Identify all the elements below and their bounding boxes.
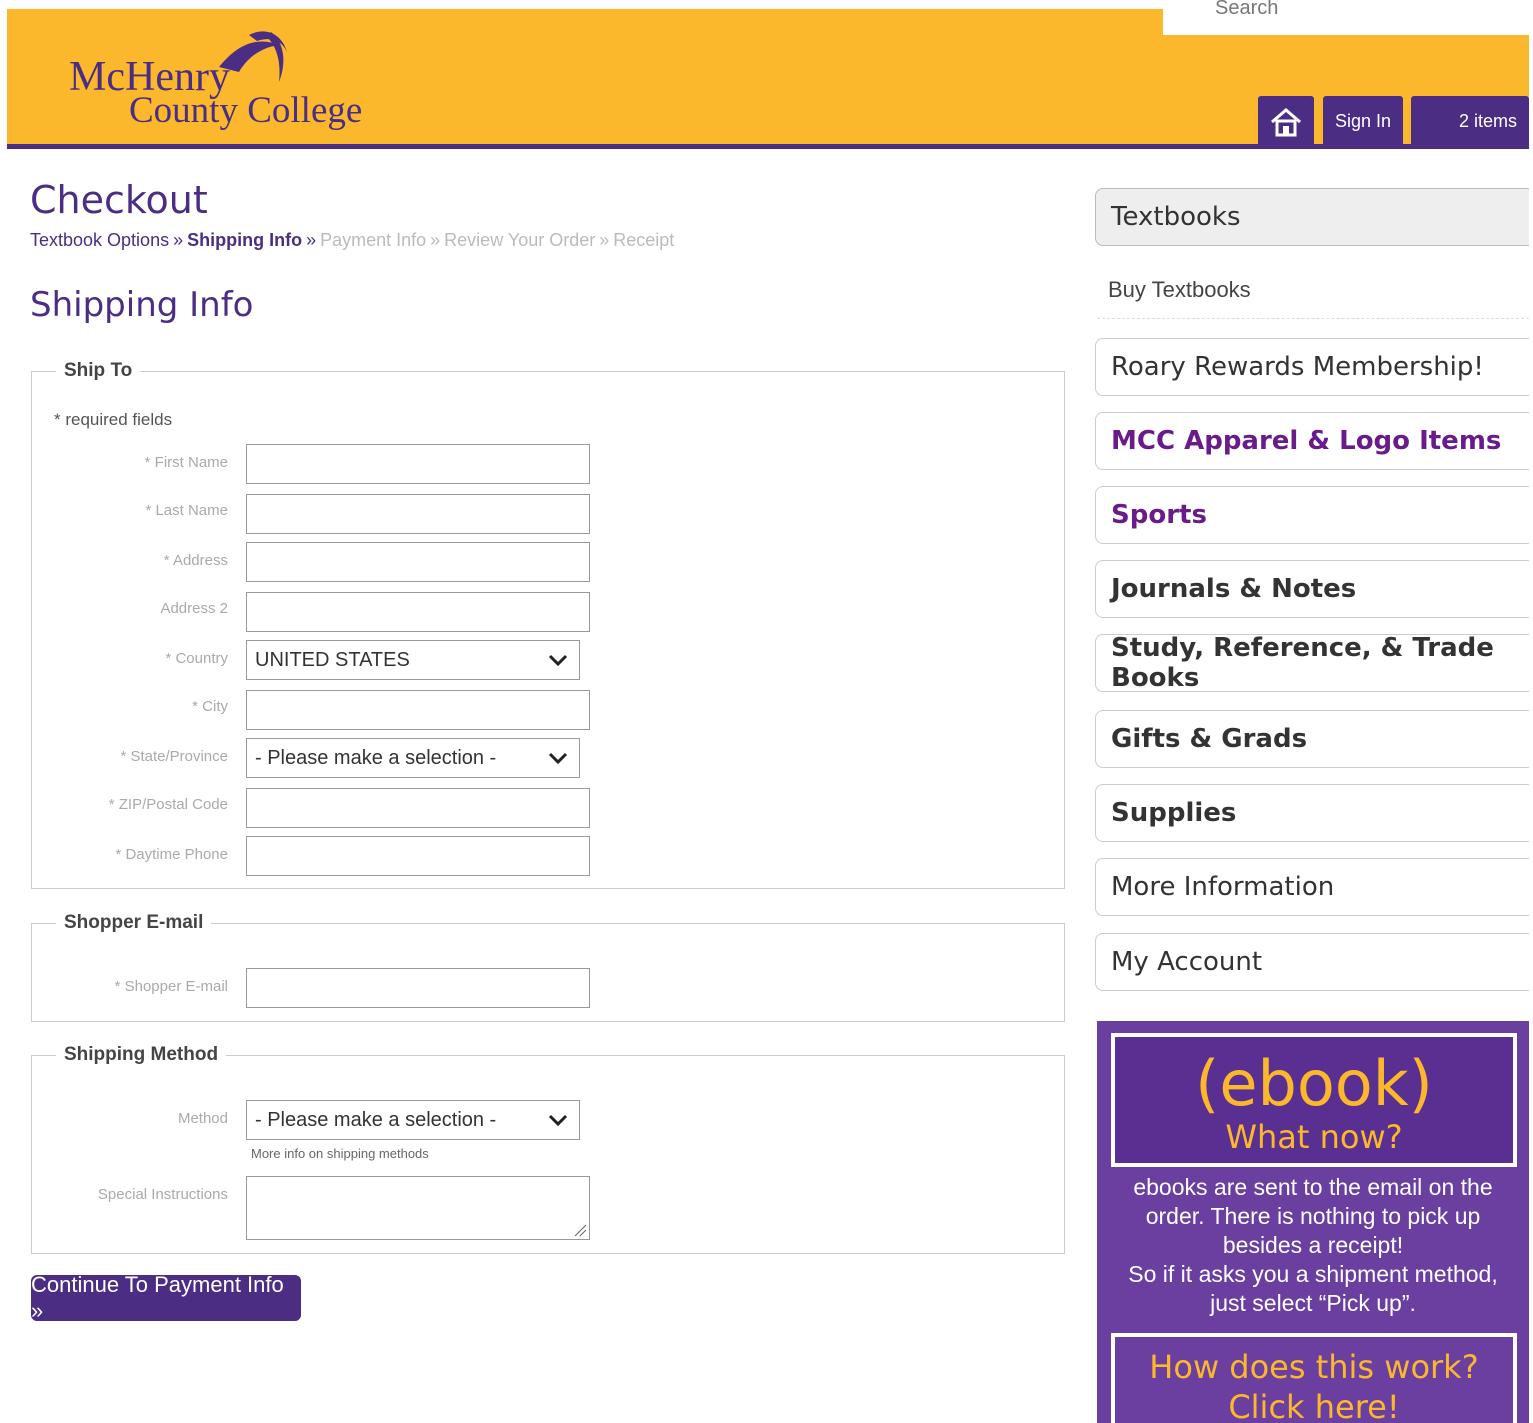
sidebar-item-apparel[interactable]: MCC Apparel & Logo Items <box>1095 412 1529 470</box>
chevron-down-icon <box>548 654 568 667</box>
breadcrumb-review-order: Review Your Order <box>444 230 596 250</box>
shopper-email-input[interactable] <box>246 968 590 1008</box>
zip-label: * ZIP/Postal Code <box>108 796 228 813</box>
promo-line: besides a receipt! <box>1222 1232 1404 1258</box>
ship-to-fieldset: Ship To * required fields * First Name *… <box>31 360 1065 889</box>
ebook-promo-text: ebooks are sent to the email on the orde… <box>1097 1173 1529 1318</box>
sidebar-divider <box>1097 318 1529 319</box>
address-input[interactable] <box>246 542 590 582</box>
promo-line: ebooks are sent to the email on the <box>1133 1174 1493 1200</box>
sidebar-item-my-account[interactable]: My Account <box>1095 933 1529 991</box>
resize-handle-icon[interactable] <box>573 1223 587 1237</box>
state-value: - Please make a selection - <box>255 746 497 769</box>
special-instructions-textarea[interactable] <box>246 1176 590 1240</box>
zip-input[interactable] <box>246 788 590 828</box>
first-name-label: * First Name <box>144 454 228 471</box>
sidebar-item-sports[interactable]: Sports <box>1095 486 1529 544</box>
sidebar-item-textbooks[interactable]: Textbooks <box>1095 188 1529 246</box>
sidebar-item-gifts[interactable]: Gifts & Grads <box>1095 710 1529 768</box>
phone-input[interactable] <box>246 836 590 876</box>
method-value: - Please make a selection - <box>255 1108 497 1131</box>
promo-line: So if it asks you a shipment method, <box>1128 1261 1498 1287</box>
how-line2: Click here! <box>1228 1388 1400 1423</box>
shipping-methods-info-link[interactable]: More info on shipping methods <box>251 1146 429 1161</box>
what-now-heading: What now? <box>1225 1118 1403 1156</box>
state-label: * State/Province <box>120 748 228 765</box>
shipping-method-fieldset: Shipping Method Method - Please make a s… <box>31 1044 1065 1254</box>
city-input[interactable] <box>246 690 590 730</box>
chevron-down-icon <box>548 1114 568 1127</box>
phone-label: * Daytime Phone <box>115 846 228 863</box>
shipping-method-legend: Shipping Method <box>64 1044 219 1065</box>
breadcrumb-shipping-info: Shipping Info <box>187 230 303 250</box>
breadcrumb-textbook-options[interactable]: Textbook Options <box>30 230 169 250</box>
method-label: Method <box>177 1110 228 1127</box>
shopper-email-fieldset: Shopper E-mail * Shopper E-mail <box>31 912 1065 1022</box>
sidebar-item-supplies[interactable]: Supplies <box>1095 784 1529 842</box>
ebook-promo-banner[interactable]: (ebook) What now? ebooks are sent to the… <box>1097 1021 1529 1423</box>
page-title: Checkout <box>30 178 208 222</box>
ebook-heading: (ebook) <box>1195 1047 1433 1120</box>
breadcrumb-payment-info: Payment Info <box>320 230 427 250</box>
shopper-email-legend: Shopper E-mail <box>64 912 204 933</box>
shopper-email-label: * Shopper E-mail <box>114 978 228 995</box>
logo-text-line2: County College <box>129 90 363 131</box>
address2-label: Address 2 <box>160 600 228 617</box>
promo-line: just select “Pick up”. <box>1210 1290 1416 1316</box>
country-label: * Country <box>165 650 228 667</box>
home-icon <box>1271 107 1301 136</box>
site-header: McHenry County College Search Sign In 2 … <box>7 0 1529 149</box>
address2-input[interactable] <box>246 592 590 632</box>
section-title: Shipping Info <box>30 285 254 325</box>
sign-in-button[interactable]: Sign In <box>1323 96 1403 147</box>
promo-line: order. There is nothing to pick up <box>1145 1203 1481 1229</box>
sidebar-item-more-info[interactable]: More Information <box>1095 858 1529 916</box>
address-label: * Address <box>163 552 228 569</box>
cart-button[interactable]: 2 items <box>1411 96 1529 147</box>
city-label: * City <box>192 698 228 715</box>
sidebar-item-study-books[interactable]: Study, Reference, & Trade Books <box>1095 633 1529 693</box>
ship-to-legend: Ship To <box>64 360 133 381</box>
state-select[interactable]: - Please make a selection - <box>246 738 580 778</box>
how-does-this-work-link[interactable]: How does this work? Click here! <box>1111 1333 1517 1423</box>
how-line1: How does this work? <box>1149 1348 1479 1386</box>
country-value: UNITED STATES <box>255 648 410 671</box>
sidebar-item-journals[interactable]: Journals & Notes <box>1095 560 1529 618</box>
ebook-promo-header: (ebook) What now? <box>1111 1033 1517 1167</box>
country-select[interactable]: UNITED STATES <box>246 640 580 680</box>
breadcrumb: Textbook Options» Shipping Info» Payment I… <box>30 230 675 250</box>
last-name-label: * Last Name <box>145 502 228 519</box>
search-box[interactable]: Search <box>1163 0 1529 35</box>
search-label: Search <box>1215 0 1279 19</box>
special-instructions-label: Special Instructions <box>97 1186 228 1203</box>
required-note: * required fields <box>54 410 173 429</box>
chevron-down-icon <box>548 752 568 765</box>
continue-to-payment-button[interactable]: Continue To Payment Info » <box>31 1272 301 1323</box>
sidebar-item-roary-rewards[interactable]: Roary Rewards Membership! <box>1095 338 1529 396</box>
home-button[interactable] <box>1258 96 1314 147</box>
mchenry-logo[interactable]: McHenry County College <box>69 27 369 137</box>
last-name-input[interactable] <box>246 494 590 534</box>
sidebar-link-buy-textbooks[interactable]: Buy Textbooks <box>1108 277 1251 303</box>
first-name-input[interactable] <box>246 444 590 484</box>
method-select[interactable]: - Please make a selection - <box>246 1100 580 1140</box>
breadcrumb-receipt: Receipt <box>613 230 675 250</box>
